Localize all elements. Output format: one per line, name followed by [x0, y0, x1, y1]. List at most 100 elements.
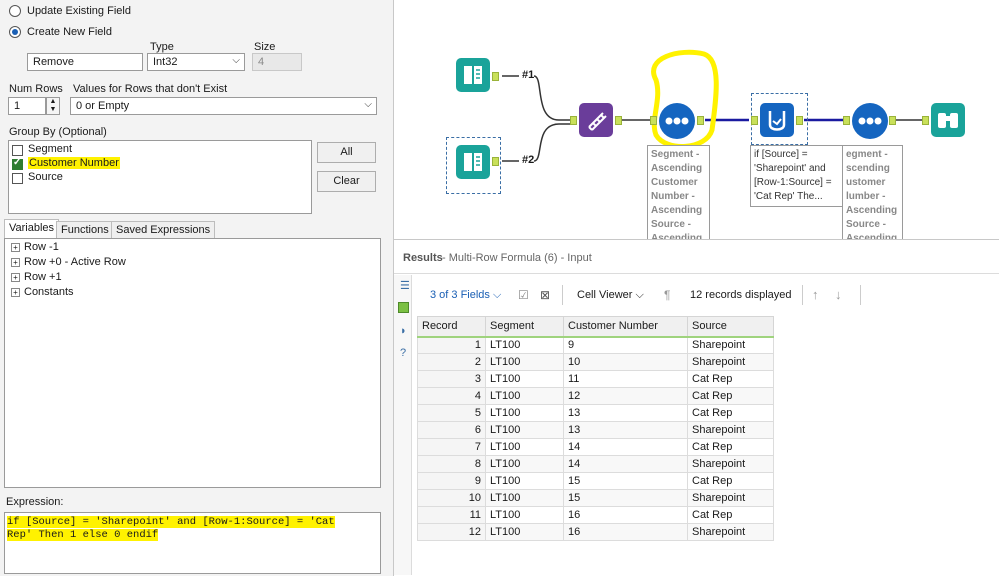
table-cell[interactable]: Sharepoint	[687, 336, 774, 354]
expand-icon[interactable]: +	[11, 242, 20, 252]
table-cell[interactable]: LT100	[485, 472, 564, 490]
table-cell[interactable]: 15	[563, 472, 688, 490]
num-rows-spinner[interactable]: ▲ ▼	[46, 97, 60, 115]
table-row[interactable]: 10 LT100 15 Sharepoint	[417, 489, 774, 507]
help-icon[interactable]: ?	[400, 347, 406, 359]
input-data-tool-2[interactable]	[456, 145, 490, 179]
table-cell[interactable]: LT100	[485, 370, 564, 388]
table-cell[interactable]: LT100	[485, 336, 564, 354]
type-select[interactable]: Int32 ⌵	[147, 53, 245, 71]
table-cell[interactable]: Cat Rep	[687, 438, 774, 456]
table-cell[interactable]: 11	[563, 370, 688, 388]
column-header[interactable]: Record	[417, 316, 486, 338]
tree-item[interactable]: + Row +1	[11, 271, 62, 283]
cell-viewer-dropdown[interactable]: Cell Viewer ⌵	[577, 289, 644, 302]
table-cell[interactable]: LT100	[485, 506, 564, 524]
expression-editor[interactable]: if [Source] = 'Sharepoint' and [Row-1:So…	[4, 512, 381, 574]
multi-row-formula-tool[interactable]	[659, 103, 695, 139]
table-cell[interactable]: Sharepoint	[687, 523, 774, 541]
table-row[interactable]: 4 LT100 12 Cat Rep	[417, 387, 774, 405]
table-cell[interactable]: 8	[417, 455, 486, 473]
table-cell[interactable]: 13	[563, 421, 688, 439]
input-anchor[interactable]	[751, 116, 758, 125]
table-cell[interactable]: 5	[417, 404, 486, 422]
multi-row-formula-tool-2[interactable]	[852, 103, 888, 139]
table-row[interactable]: 8 LT100 14 Sharepoint	[417, 455, 774, 473]
table-cell[interactable]: 7	[417, 438, 486, 456]
clear-button[interactable]: Clear	[317, 171, 376, 192]
table-cell[interactable]: 1	[417, 336, 486, 354]
segment-checkbox[interactable]	[12, 145, 23, 156]
table-cell[interactable]: Cat Rep	[687, 404, 774, 422]
table-cell[interactable]: Cat Rep	[687, 387, 774, 405]
table-row[interactable]: 7 LT100 14 Cat Rep	[417, 438, 774, 456]
arrow-up-icon[interactable]: ↑	[812, 287, 819, 302]
table-cell[interactable]: Sharepoint	[687, 489, 774, 507]
tree-item[interactable]: + Row +0 - Active Row	[11, 256, 126, 268]
table-cell[interactable]: 14	[563, 455, 688, 473]
table-cell[interactable]: 9	[563, 336, 688, 354]
create-new-radio[interactable]	[9, 26, 21, 38]
tree-item[interactable]: + Row -1	[11, 241, 59, 253]
table-cell[interactable]: 12	[417, 523, 486, 541]
input-data-tool-1[interactable]	[456, 58, 490, 92]
table-cell[interactable]: 15	[563, 489, 688, 507]
table-cell[interactable]: Cat Rep	[687, 370, 774, 388]
table-cell[interactable]: 13	[563, 404, 688, 422]
table-cell[interactable]: LT100	[485, 353, 564, 371]
table-row[interactable]: 3 LT100 11 Cat Rep	[417, 370, 774, 388]
tag-icon[interactable]: ◗	[400, 325, 407, 337]
expand-icon[interactable]: +	[11, 257, 20, 267]
input-anchor[interactable]	[843, 116, 850, 125]
output-anchor[interactable]	[889, 116, 896, 125]
table-cell[interactable]: 3	[417, 370, 486, 388]
output-anchor[interactable]	[796, 116, 803, 125]
table-cell[interactable]: 16	[563, 506, 688, 524]
table-cell[interactable]: 10	[563, 353, 688, 371]
table-cell[interactable]: 10	[417, 489, 486, 507]
input-anchor[interactable]	[650, 116, 657, 125]
table-cell[interactable]: LT100	[485, 421, 564, 439]
table-row[interactable]: 5 LT100 13 Cat Rep	[417, 404, 774, 422]
table-cell[interactable]: 9	[417, 472, 486, 490]
table-cell[interactable]: 6	[417, 421, 486, 439]
num-rows-input[interactable]: 1	[8, 97, 46, 115]
table-cell[interactable]: Cat Rep	[687, 472, 774, 490]
expand-icon[interactable]: +	[11, 287, 20, 297]
table-cell[interactable]: LT100	[485, 387, 564, 405]
values-select[interactable]: 0 or Empty ⌵	[70, 97, 377, 115]
table-row[interactable]: 6 LT100 13 Sharepoint	[417, 421, 774, 439]
close-box-icon[interactable]: ⊠	[540, 288, 550, 302]
formula-tool[interactable]	[760, 103, 794, 137]
customer-number-checkbox[interactable]	[12, 157, 23, 170]
table-row[interactable]: 12 LT100 16 Sharepoint	[417, 523, 774, 541]
table-cell[interactable]: 14	[563, 438, 688, 456]
table-cell[interactable]: LT100	[485, 404, 564, 422]
table-row[interactable]: 9 LT100 15 Cat Rep	[417, 472, 774, 490]
table-row[interactable]: 11 LT100 16 Cat Rep	[417, 506, 774, 524]
tab-saved-expressions[interactable]: Saved Expressions	[111, 221, 216, 238]
update-existing-radio[interactable]	[9, 5, 21, 17]
all-button[interactable]: All	[317, 142, 376, 163]
output-anchor[interactable]	[615, 116, 622, 125]
table-cell[interactable]: LT100	[485, 455, 564, 473]
table-cell[interactable]: 11	[417, 506, 486, 524]
sort-tool[interactable]	[579, 103, 613, 137]
output-anchor[interactable]	[492, 157, 499, 166]
table-row[interactable]: 2 LT100 10 Sharepoint	[417, 353, 774, 371]
tab-functions[interactable]: Functions	[56, 221, 114, 238]
pilcrow-icon[interactable]: ¶	[664, 288, 670, 302]
table-icon[interactable]	[398, 302, 409, 313]
output-anchor[interactable]	[492, 72, 499, 81]
list-icon[interactable]: ☰	[400, 279, 410, 292]
tree-item[interactable]: + Constants	[11, 286, 74, 298]
tab-variables[interactable]: Variables	[4, 219, 60, 238]
table-cell[interactable]: LT100	[485, 523, 564, 541]
fields-dropdown[interactable]: 3 of 3 Fields ⌵	[430, 289, 501, 302]
size-input[interactable]: 4	[252, 53, 302, 71]
table-cell[interactable]: 16	[563, 523, 688, 541]
browse-tool[interactable]	[931, 103, 965, 137]
table-cell[interactable]: Cat Rep	[687, 506, 774, 524]
field-name-input[interactable]: Remove	[27, 53, 143, 71]
expand-icon[interactable]: +	[11, 272, 20, 282]
